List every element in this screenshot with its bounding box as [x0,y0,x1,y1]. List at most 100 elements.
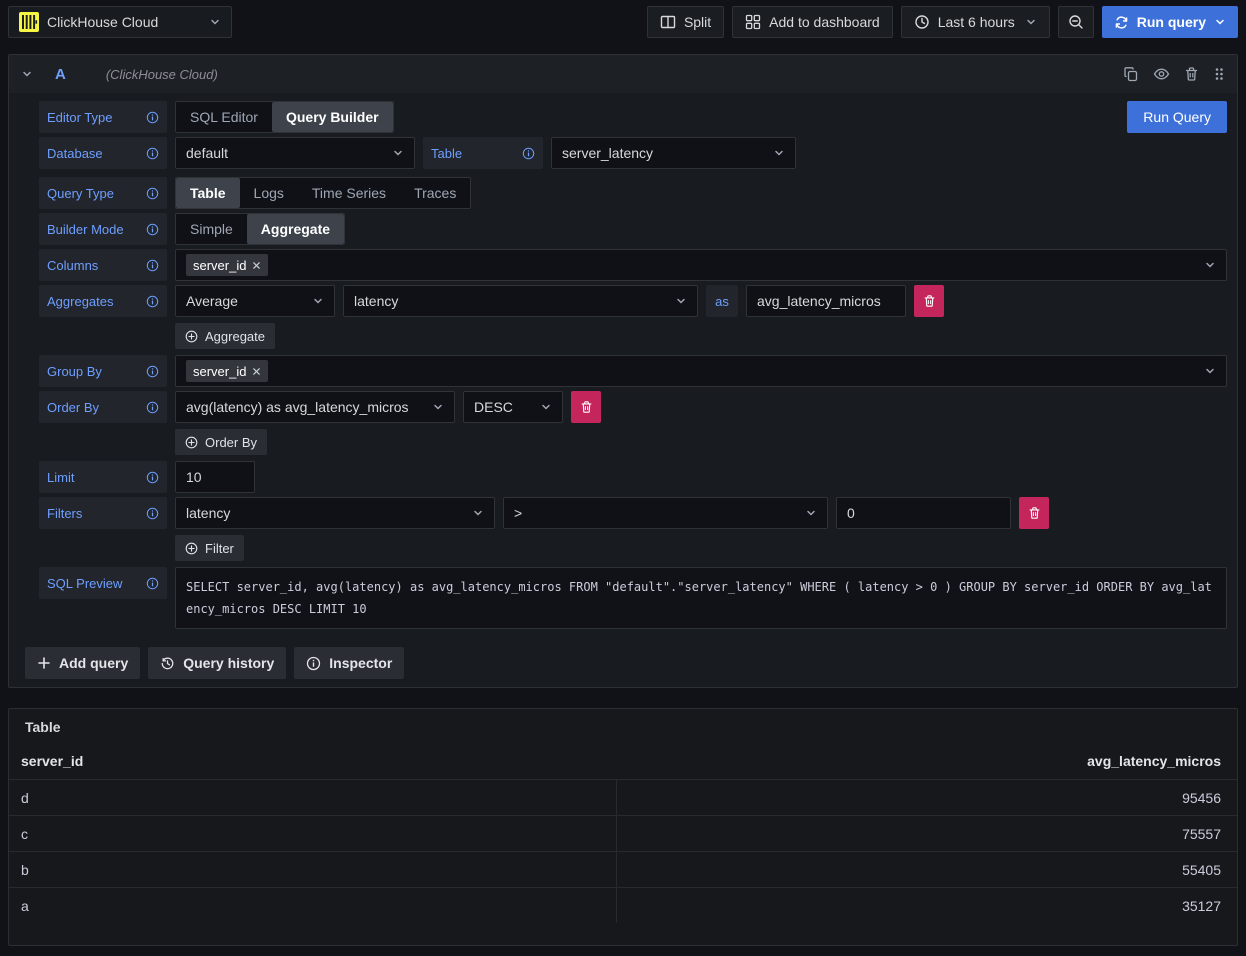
add-filter-button[interactable]: Filter [175,535,244,561]
dashboard-grid-icon [745,14,761,30]
aggregate-column-select[interactable]: latency [343,285,698,317]
aggregate-alias-input[interactable] [746,285,906,317]
split-button[interactable]: Split [647,6,724,38]
filter-value-input[interactable] [836,497,1011,529]
editor-type-toggle: SQL Editor Query Builder [175,101,394,133]
add-to-dashboard-button[interactable]: Add to dashboard [732,6,893,38]
field-label-group-by: Group By [39,355,167,387]
add-order-by-button[interactable]: Order By [175,429,267,455]
collapse-chevron-icon[interactable] [21,68,33,80]
remove-aggregate-button[interactable] [914,285,944,317]
group-by-tag-server-id[interactable]: server_id [186,360,268,382]
inspector-button[interactable]: Inspector [294,647,404,679]
info-circle-icon [306,656,321,671]
table-row: d 95456 [9,779,1237,815]
datasource-name: ClickHouse Cloud [47,14,158,30]
order-by-direction-select[interactable]: DESC [463,391,563,423]
remove-order-by-button[interactable] [571,391,601,423]
add-aggregate-button[interactable]: Aggregate [175,323,275,349]
table-result-panel: Table server_id avg_latency_micros d 954… [8,708,1238,946]
add-query-button[interactable]: Add query [25,647,140,679]
toggle-visibility-icon[interactable] [1153,66,1170,82]
aggregate-function-select[interactable]: Average [175,285,335,317]
filter-column-select[interactable]: latency [175,497,495,529]
field-label-aggregates: Aggregates [39,285,167,317]
zoom-out-time-button[interactable] [1058,6,1094,38]
clock-icon [914,14,930,30]
split-icon [660,14,676,30]
field-label-filters: Filters [39,497,167,529]
query-row-actions [1123,66,1225,82]
columns-tag-server-id[interactable]: server_id [186,254,268,276]
info-icon [146,295,159,308]
builder-mode-option-aggregate[interactable]: Aggregate [247,214,344,244]
query-type-row: Query Type Table Logs Time Series Traces [39,177,1227,209]
query-type-option-time-series[interactable]: Time Series [298,178,400,208]
info-icon [146,223,159,236]
refresh-icon [1114,15,1129,30]
panel-title[interactable]: Table [9,709,1237,739]
as-label: as [706,285,738,317]
explore-toolbar: ClickHouse Cloud Split Add to dashboard [0,0,1246,38]
group-by-multiselect[interactable]: server_id [175,355,1227,387]
drag-handle-icon[interactable] [1213,66,1225,82]
run-query-panel-button[interactable]: Run Query [1127,101,1227,133]
delete-query-icon[interactable] [1184,66,1199,82]
query-builder-body: Editor Type SQL Editor Query Builder Run… [9,93,1237,687]
chevron-down-icon [675,295,687,307]
table-select[interactable]: server_latency [551,137,796,169]
cell-server-id: a [9,888,617,923]
columns-row: Columns server_id [39,249,1227,281]
chevron-down-icon [392,147,404,159]
info-icon [146,259,159,272]
field-label-order-by: Order By [39,391,167,423]
builder-mode-row: Builder Mode Simple Aggregate [39,213,1227,245]
run-query-button[interactable]: Run query [1102,6,1238,38]
editor-type-option-sql-editor[interactable]: SQL Editor [176,102,272,132]
field-label-columns: Columns [39,249,167,281]
time-range-picker[interactable]: Last 6 hours [901,6,1050,38]
database-select[interactable]: default [175,137,415,169]
sql-preview-row: SQL Preview SELECT server_id, avg(latenc… [39,567,1227,629]
chevron-down-icon [1204,259,1216,271]
query-type-option-traces[interactable]: Traces [400,178,470,208]
cell-avg-latency: 75557 [617,816,1237,851]
cell-server-id: b [9,852,617,887]
filter-operator-select[interactable]: > [503,497,828,529]
column-header-avg-latency[interactable]: avg_latency_micros [1087,753,1221,769]
columns-multiselect[interactable]: server_id [175,249,1227,281]
duplicate-query-icon[interactable] [1123,66,1139,82]
table-header-row: server_id avg_latency_micros [9,739,1237,779]
cell-server-id: d [9,780,617,815]
editor-type-option-query-builder[interactable]: Query Builder [272,102,393,132]
filters-row: Filters latency > [39,497,1227,529]
remove-tag-icon[interactable] [252,367,261,376]
datasource-picker[interactable]: ClickHouse Cloud [8,6,232,38]
field-label-limit: Limit [39,461,167,493]
trash-icon [580,400,593,414]
remove-tag-icon[interactable] [252,261,261,270]
builder-mode-option-simple[interactable]: Simple [176,214,247,244]
cell-avg-latency: 95456 [617,780,1237,815]
query-row-header[interactable]: A (ClickHouse Cloud) [9,55,1237,93]
remove-filter-button[interactable] [1019,497,1049,529]
query-type-option-logs[interactable]: Logs [240,178,298,208]
add-aggregate-row: Aggregate [175,323,1227,349]
chevron-down-icon [805,507,817,519]
info-icon [522,147,535,160]
chevron-down-icon [1204,365,1216,377]
limit-input[interactable] [175,461,255,493]
trash-icon [1028,506,1041,520]
editor-type-row: Editor Type SQL Editor Query Builder Run… [39,101,1227,133]
query-history-button[interactable]: Query history [148,647,286,679]
query-type-toggle: Table Logs Time Series Traces [175,177,471,209]
table-row: b 55405 [9,851,1237,887]
plus-circle-icon [185,436,198,449]
info-icon [146,111,159,124]
order-by-column-select[interactable]: avg(latency) as avg_latency_micros [175,391,455,423]
sql-preview-text: SELECT server_id, avg(latency) as avg_la… [175,567,1227,629]
column-header-server-id[interactable]: server_id [21,753,83,769]
query-type-option-table[interactable]: Table [176,178,240,208]
cell-avg-latency: 55405 [617,852,1237,887]
add-filter-row: Filter [175,535,1227,561]
